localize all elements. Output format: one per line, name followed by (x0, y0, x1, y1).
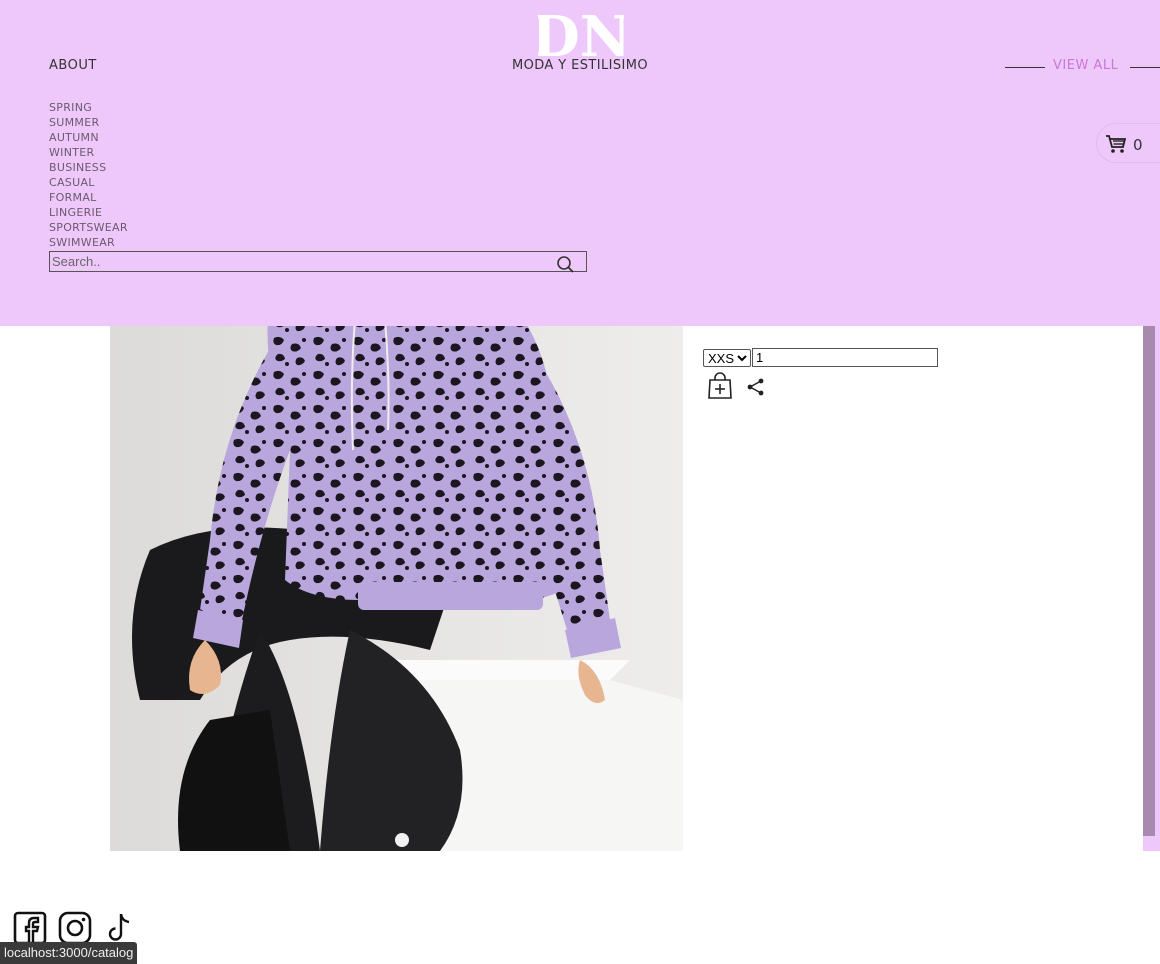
shopping-cart-icon (1106, 135, 1127, 153)
facebook-icon[interactable] (12, 910, 48, 946)
category-casual[interactable]: CASUAL (49, 175, 128, 190)
divider-line (1005, 67, 1045, 68)
svg-text:DN: DN (538, 8, 624, 60)
tiktok-icon[interactable] (102, 910, 138, 946)
search-icon[interactable] (555, 254, 575, 274)
browser-status-url: localhost:3000/catalog (0, 942, 138, 964)
brand-logo[interactable]: DN (538, 8, 624, 60)
category-winter[interactable]: WINTER (49, 145, 128, 160)
share-icon[interactable] (746, 377, 766, 397)
carousel-dot[interactable] (395, 833, 409, 847)
product-image (110, 300, 683, 851)
add-to-bag-icon[interactable] (707, 372, 733, 400)
view-all-link-wrap: VIEW ALL (1005, 58, 1160, 78)
divider-line (1130, 67, 1160, 68)
search-bar (49, 251, 587, 274)
category-swimwear[interactable]: SWIMWEAR (49, 235, 128, 250)
view-all-link[interactable]: VIEW ALL (1053, 58, 1118, 73)
tagline: MODA Y ESTILISIMO (512, 58, 648, 73)
category-formal[interactable]: FORMAL (49, 190, 128, 205)
scrollbar-thumb[interactable] (1143, 326, 1155, 836)
size-select[interactable]: XXS XS S M L XL (703, 349, 751, 367)
site-header: DN ABOUT MODA Y ESTILISIMO VIEW ALL SPRI… (0, 0, 1160, 326)
instagram-icon[interactable] (57, 910, 93, 946)
category-autumn[interactable]: AUTUMN (49, 130, 128, 145)
search-input[interactable] (52, 253, 542, 269)
category-business[interactable]: BUSINESS (49, 160, 128, 175)
category-menu: SPRING SUMMER AUTUMN WINTER BUSINESS CAS… (49, 100, 128, 250)
category-lingerie[interactable]: LINGERIE (49, 205, 128, 220)
quantity-input[interactable] (752, 348, 938, 367)
category-sportswear[interactable]: SPORTSWEAR (49, 220, 128, 235)
cart-button[interactable]: 0 (1096, 123, 1160, 163)
category-summer[interactable]: SUMMER (49, 115, 128, 130)
cart-count: 0 (1133, 136, 1143, 154)
category-spring[interactable]: SPRING (49, 100, 128, 115)
